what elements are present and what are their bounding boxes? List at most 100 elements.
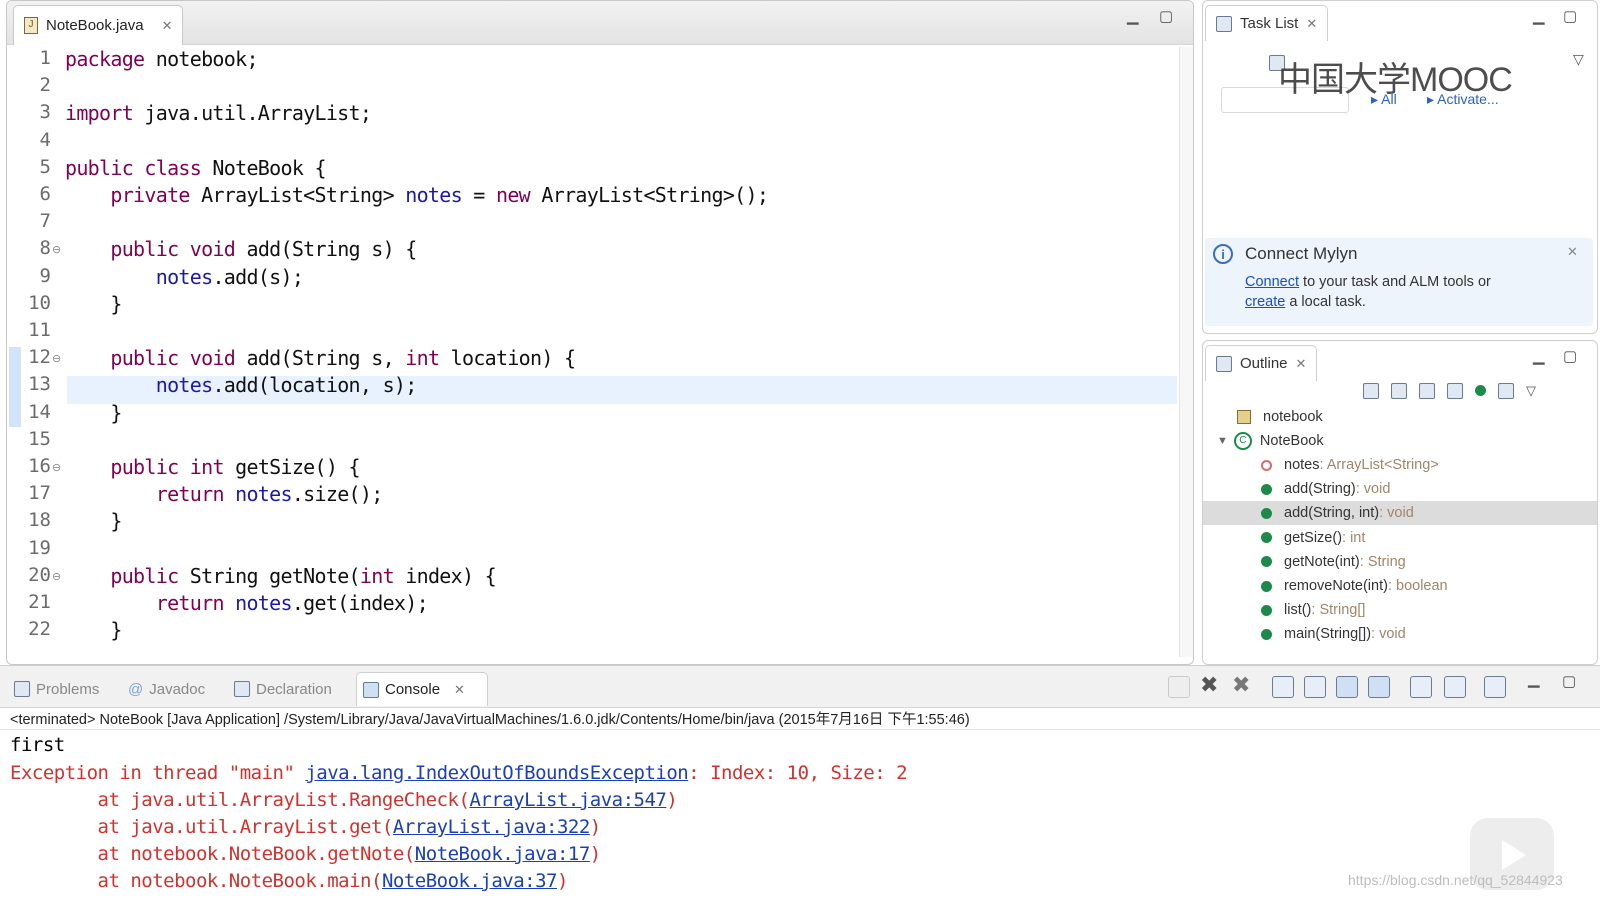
hide-nonpublic-icon[interactable]: [1475, 385, 1486, 396]
maximize-icon[interactable]: ▢: [1159, 7, 1173, 25]
scroll-lock-icon[interactable]: [1304, 676, 1326, 698]
code-line: notes.add(location, s);: [155, 373, 418, 398]
code-line: notes.add(s);: [155, 264, 304, 289]
remove-all-terminated-icon[interactable]: ✖: [1232, 672, 1250, 698]
fold-icon[interactable]: ⊖: [52, 352, 61, 365]
mylyn-text: a local task.: [1285, 294, 1366, 310]
code-line: }: [65, 509, 122, 534]
line-number: 4: [39, 128, 51, 151]
stack-link[interactable]: NoteBook.java:17: [415, 843, 591, 865]
exception-link[interactable]: java.lang.IndexOutOfBoundsException: [305, 762, 688, 784]
minimize-icon[interactable]: ▁: [1127, 7, 1139, 25]
line-number: 9: [39, 264, 51, 287]
line-number: 21: [28, 591, 51, 613]
code-line: public int getSize() {: [110, 455, 360, 479]
line-number: 19: [28, 536, 51, 559]
tab-task-list[interactable]: Task List ✕: [1205, 5, 1329, 41]
display-console-icon[interactable]: [1444, 676, 1466, 698]
minimize-icon[interactable]: ▁: [1533, 7, 1545, 25]
line-number: 15: [28, 427, 51, 450]
expand-icon[interactable]: ▼: [1217, 435, 1228, 447]
fold-icon[interactable]: ⊖: [52, 243, 61, 256]
tab-label: Outline: [1240, 355, 1288, 372]
member-name: getSize(): [1284, 529, 1343, 546]
fold-icon[interactable]: ⊖: [52, 461, 61, 474]
create-link[interactable]: create: [1245, 294, 1285, 310]
vertical-scrollbar[interactable]: [1179, 47, 1193, 657]
public-method-icon: [1261, 483, 1272, 495]
stack-link[interactable]: ArrayList.java:547: [469, 789, 666, 811]
code-line: }: [65, 291, 122, 316]
public-method-icon: [1261, 580, 1272, 592]
tab-outline[interactable]: Outline ✕: [1205, 345, 1318, 381]
stack-link[interactable]: ArrayList.java:322: [393, 816, 590, 838]
maximize-icon[interactable]: ▢: [1562, 672, 1576, 690]
minimize-icon[interactable]: ▁: [1533, 347, 1545, 365]
close-icon[interactable]: ✕: [1306, 16, 1317, 32]
line-number: 17: [28, 482, 51, 505]
close-icon[interactable]: ✕: [454, 682, 465, 698]
stack-link[interactable]: NoteBook.java:37: [382, 870, 558, 892]
exception-prefix: Exception in thread "main": [10, 762, 306, 784]
maximize-icon[interactable]: ▢: [1563, 347, 1577, 365]
maximize-icon[interactable]: ▢: [1563, 7, 1577, 25]
hide-static-icon[interactable]: [1447, 383, 1463, 399]
show-on-stdout-icon[interactable]: [1336, 676, 1358, 698]
outline-member[interactable]: notes : ArrayList<String>: [1203, 453, 1597, 477]
tab-console[interactable]: Console ✕: [356, 672, 488, 706]
mooc-watermark: 中国大学MOOC: [1278, 61, 1513, 99]
private-field-icon: [1261, 459, 1272, 471]
view-menu-icon[interactable]: ▽: [1526, 383, 1536, 399]
code-line: public void add(String s, int location) …: [110, 346, 576, 371]
console-icon: [363, 681, 379, 698]
fold-icon[interactable]: ⊖: [52, 570, 61, 583]
terminate-icon[interactable]: [1168, 676, 1190, 698]
tab-declaration[interactable]: Declaration: [228, 672, 338, 706]
remove-launch-icon[interactable]: ✖: [1200, 672, 1218, 698]
console-status: <terminated> NoteBook [Java Application]…: [10, 712, 970, 728]
hide-local-types-icon[interactable]: [1498, 383, 1514, 399]
outline-member[interactable]: getNote(int) : String: [1203, 550, 1597, 574]
outline-member[interactable]: add(String) : void: [1203, 477, 1597, 501]
line-number: 18: [28, 509, 51, 532]
collapse-all-icon[interactable]: [1363, 383, 1379, 399]
hide-fields-icon[interactable]: [1419, 383, 1435, 399]
member-type: : int: [1342, 529, 1366, 546]
outline-member[interactable]: main(String[]) : void: [1203, 622, 1597, 646]
connect-link[interactable]: Connect: [1245, 274, 1299, 290]
outline-class[interactable]: ▼ C NoteBook: [1203, 429, 1597, 453]
play-icon: [1502, 840, 1526, 870]
code-editor[interactable]: J NoteBook.java ✕ ▁ ▢ 1 package notebook;…: [6, 0, 1194, 665]
tab-javadoc[interactable]: @ Javadoc: [122, 672, 211, 706]
mylyn-text-line1: Connect to your task and ALM tools or: [1245, 274, 1491, 290]
tab-problems[interactable]: Problems: [8, 672, 105, 706]
tab-notebook-java[interactable]: J NoteBook.java ✕: [13, 5, 184, 45]
task-list-icon: [1216, 15, 1232, 32]
sort-icon[interactable]: [1391, 383, 1407, 399]
line-number: 13: [28, 373, 51, 396]
code-line: private ArrayList<String> notes = new Ar…: [110, 183, 769, 207]
pin-console-icon[interactable]: [1410, 676, 1432, 698]
outline-package[interactable]: notebook: [1203, 405, 1597, 429]
clear-console-icon[interactable]: [1272, 676, 1294, 698]
view-menu-icon[interactable]: ▽: [1573, 51, 1584, 68]
mylyn-text: to your task and ALM tools or: [1299, 274, 1491, 290]
outline-member[interactable]: getSize() : int: [1203, 526, 1597, 550]
close-icon[interactable]: ✕: [162, 18, 173, 34]
outline-member[interactable]: list() : String[]: [1203, 598, 1597, 622]
line-number: 16: [28, 455, 51, 477]
outline-member[interactable]: removeNote(int) : boolean: [1203, 574, 1597, 598]
open-console-icon[interactable]: [1484, 676, 1506, 698]
code-line: package notebook;: [65, 47, 259, 71]
package-label: notebook: [1263, 409, 1323, 425]
line-number: 1: [39, 47, 51, 69]
close-icon[interactable]: ✕: [1567, 244, 1578, 260]
code-area[interactable]: 1 package notebook; 2 3 import java.util.Arr…: [7, 45, 1177, 664]
show-on-stderr-icon[interactable]: [1368, 676, 1390, 698]
outline-member[interactable]: add(String, int) : void: [1203, 501, 1597, 526]
minimize-icon[interactable]: ▁: [1528, 670, 1540, 688]
tab-label: Console: [385, 681, 441, 698]
close-icon[interactable]: ✕: [1296, 356, 1307, 372]
outline-tree: notebook ▼ C NoteBook notes : ArrayList<Stri…: [1203, 405, 1597, 664]
outline-panel: Outline ✕ ▁ ▢ ▽ notebook ▼ C NoteBook notes …: [1202, 340, 1598, 665]
